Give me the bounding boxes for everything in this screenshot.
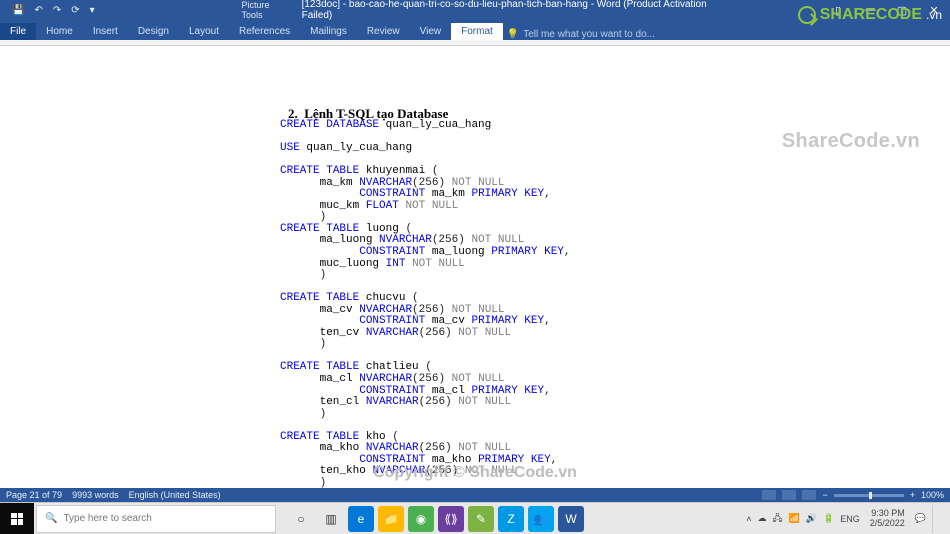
windows-taskbar: 🔍 Type here to search ○ ▥ e 📁 ◉ ⟪⟫ ✎ Z 👥… bbox=[0, 502, 950, 534]
tray-language[interactable]: ENG bbox=[840, 514, 860, 524]
quick-access-toolbar: 💾 ↶ ↷ ⟳ ▾ bbox=[0, 5, 95, 16]
notepadpp-icon[interactable]: ✎ bbox=[468, 506, 494, 532]
tab-file[interactable]: File bbox=[0, 23, 36, 40]
watermark-bottom: Copyright © ShareCode.vn bbox=[373, 464, 577, 482]
tray-volume-icon[interactable]: 🔊 bbox=[806, 513, 817, 524]
read-mode-icon[interactable] bbox=[762, 490, 776, 500]
undo-icon[interactable]: ↶ bbox=[34, 5, 42, 16]
sql-code-block: CREATE DATABASE quan_ly_cua_hang USE qua… bbox=[280, 120, 571, 502]
logo-tld: .vn bbox=[926, 8, 942, 22]
sharecode-logo: SHARECODE .vn bbox=[798, 6, 942, 24]
status-language[interactable]: English (United States) bbox=[129, 490, 221, 500]
tray-wifi-icon[interactable]: 📶 bbox=[789, 513, 800, 524]
redo-icon[interactable]: ↷ bbox=[53, 5, 61, 16]
document-canvas[interactable]: ShareCode.vn 2. Lệnh T-SQL tạo Database … bbox=[0, 46, 950, 502]
status-page[interactable]: Page 21 of 79 bbox=[6, 490, 62, 500]
lightbulb-icon: 💡 bbox=[507, 29, 519, 40]
tab-home[interactable]: Home bbox=[36, 23, 83, 40]
qat-more-icon[interactable]: ▾ bbox=[90, 5, 95, 16]
contextual-tab-label: Picture Tools bbox=[238, 0, 294, 20]
tray-clock[interactable]: 9:30 PM 2/5/2022 bbox=[866, 509, 909, 529]
show-desktop-button[interactable] bbox=[932, 505, 946, 533]
vs-icon[interactable]: ⟪⟫ bbox=[438, 506, 464, 532]
search-placeholder: Type here to search bbox=[63, 513, 151, 524]
windows-icon bbox=[11, 513, 23, 525]
tab-design[interactable]: Design bbox=[128, 23, 179, 40]
tell-me-placeholder: Tell me what you want to do... bbox=[523, 29, 655, 40]
web-layout-icon[interactable] bbox=[802, 490, 816, 500]
file-explorer-icon[interactable]: 📁 bbox=[378, 506, 404, 532]
task-view-icon[interactable]: ▥ bbox=[318, 506, 344, 532]
zoom-in-button[interactable]: + bbox=[910, 490, 915, 500]
zoom-level[interactable]: 100% bbox=[921, 490, 944, 500]
tray-chevron-up-icon[interactable]: ˄ bbox=[746, 514, 751, 524]
zoom-out-button[interactable]: − bbox=[822, 490, 827, 500]
tab-format[interactable]: Format bbox=[451, 23, 503, 40]
system-tray: ˄ ☁ 🖧 📶 🔊 🔋 ENG 9:30 PM 2/5/2022 💬 bbox=[746, 505, 950, 533]
tray-battery-icon[interactable]: 🔋 bbox=[823, 513, 834, 524]
tab-mailings[interactable]: Mailings bbox=[300, 23, 357, 40]
word-taskbar-icon[interactable]: W bbox=[558, 506, 584, 532]
chrome-icon[interactable]: ◉ bbox=[408, 506, 434, 532]
tray-network-icon[interactable]: 🖧 bbox=[773, 511, 783, 527]
status-wordcount[interactable]: 9993 words bbox=[72, 490, 119, 500]
save-icon[interactable]: 💾 bbox=[12, 5, 24, 16]
tab-view[interactable]: View bbox=[410, 23, 452, 40]
teams-icon[interactable]: 👥 bbox=[528, 506, 554, 532]
action-center-icon[interactable]: 💬 bbox=[915, 513, 926, 524]
tray-onedrive-icon[interactable]: ☁ bbox=[758, 513, 767, 524]
taskbar-search[interactable]: 🔍 Type here to search bbox=[36, 505, 276, 533]
tab-review[interactable]: Review bbox=[357, 23, 410, 40]
zalo-icon[interactable]: Z bbox=[498, 506, 524, 532]
word-status-bar: Page 21 of 79 9993 words English (United… bbox=[0, 488, 950, 502]
zoom-slider[interactable] bbox=[834, 494, 904, 497]
cortana-icon[interactable]: ○ bbox=[288, 506, 314, 532]
tab-layout[interactable]: Layout bbox=[179, 23, 229, 40]
edge-icon[interactable]: e bbox=[348, 506, 374, 532]
print-layout-icon[interactable] bbox=[782, 490, 796, 500]
start-button[interactable] bbox=[0, 503, 34, 534]
tray-date: 2/5/2022 bbox=[870, 519, 905, 529]
search-icon: 🔍 bbox=[45, 513, 57, 524]
tab-insert[interactable]: Insert bbox=[83, 23, 128, 40]
tell-me-search[interactable]: 💡 Tell me what you want to do... bbox=[507, 29, 655, 40]
watermark-top: ShareCode.vn bbox=[782, 130, 920, 153]
document-title: [123doc] - bao-cao-he-quan-tri-co-so-du-… bbox=[302, 0, 713, 21]
tab-references[interactable]: References bbox=[229, 23, 300, 40]
refresh-icon[interactable]: ⟳ bbox=[71, 5, 79, 16]
logo-text: SHARECODE bbox=[820, 6, 922, 24]
taskbar-apps: ○ ▥ e 📁 ◉ ⟪⟫ ✎ Z 👥 W bbox=[288, 506, 584, 532]
sharecode-icon bbox=[798, 6, 816, 24]
